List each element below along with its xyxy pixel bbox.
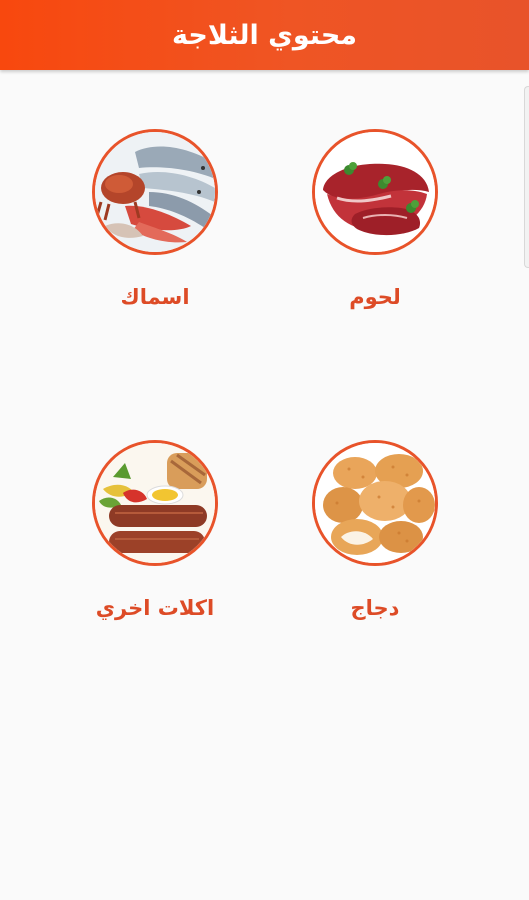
chicken-label: دجاج [350,596,400,620]
category-fish-tile[interactable]: اسماك [55,129,255,339]
app-bar: محتوي الثلاجة [0,0,529,70]
scroll-edge-handle[interactable] [524,86,529,268]
category-chicken-tile[interactable]: دجاج [275,440,475,650]
category-other-foods-tile[interactable]: اكلات اخري [55,440,255,650]
category-meat-tile[interactable]: لحوم [275,129,475,339]
app-title: محتوي الثلاجة [171,19,358,51]
fish-image[interactable] [92,129,218,255]
other-foods-label: اكلات اخري [95,596,215,620]
fish-label: اسماك [120,285,190,309]
other-foods-image[interactable] [92,440,218,566]
meat-label: لحوم [349,285,401,309]
chicken-image[interactable] [312,440,438,566]
meat-image[interactable] [312,129,438,255]
